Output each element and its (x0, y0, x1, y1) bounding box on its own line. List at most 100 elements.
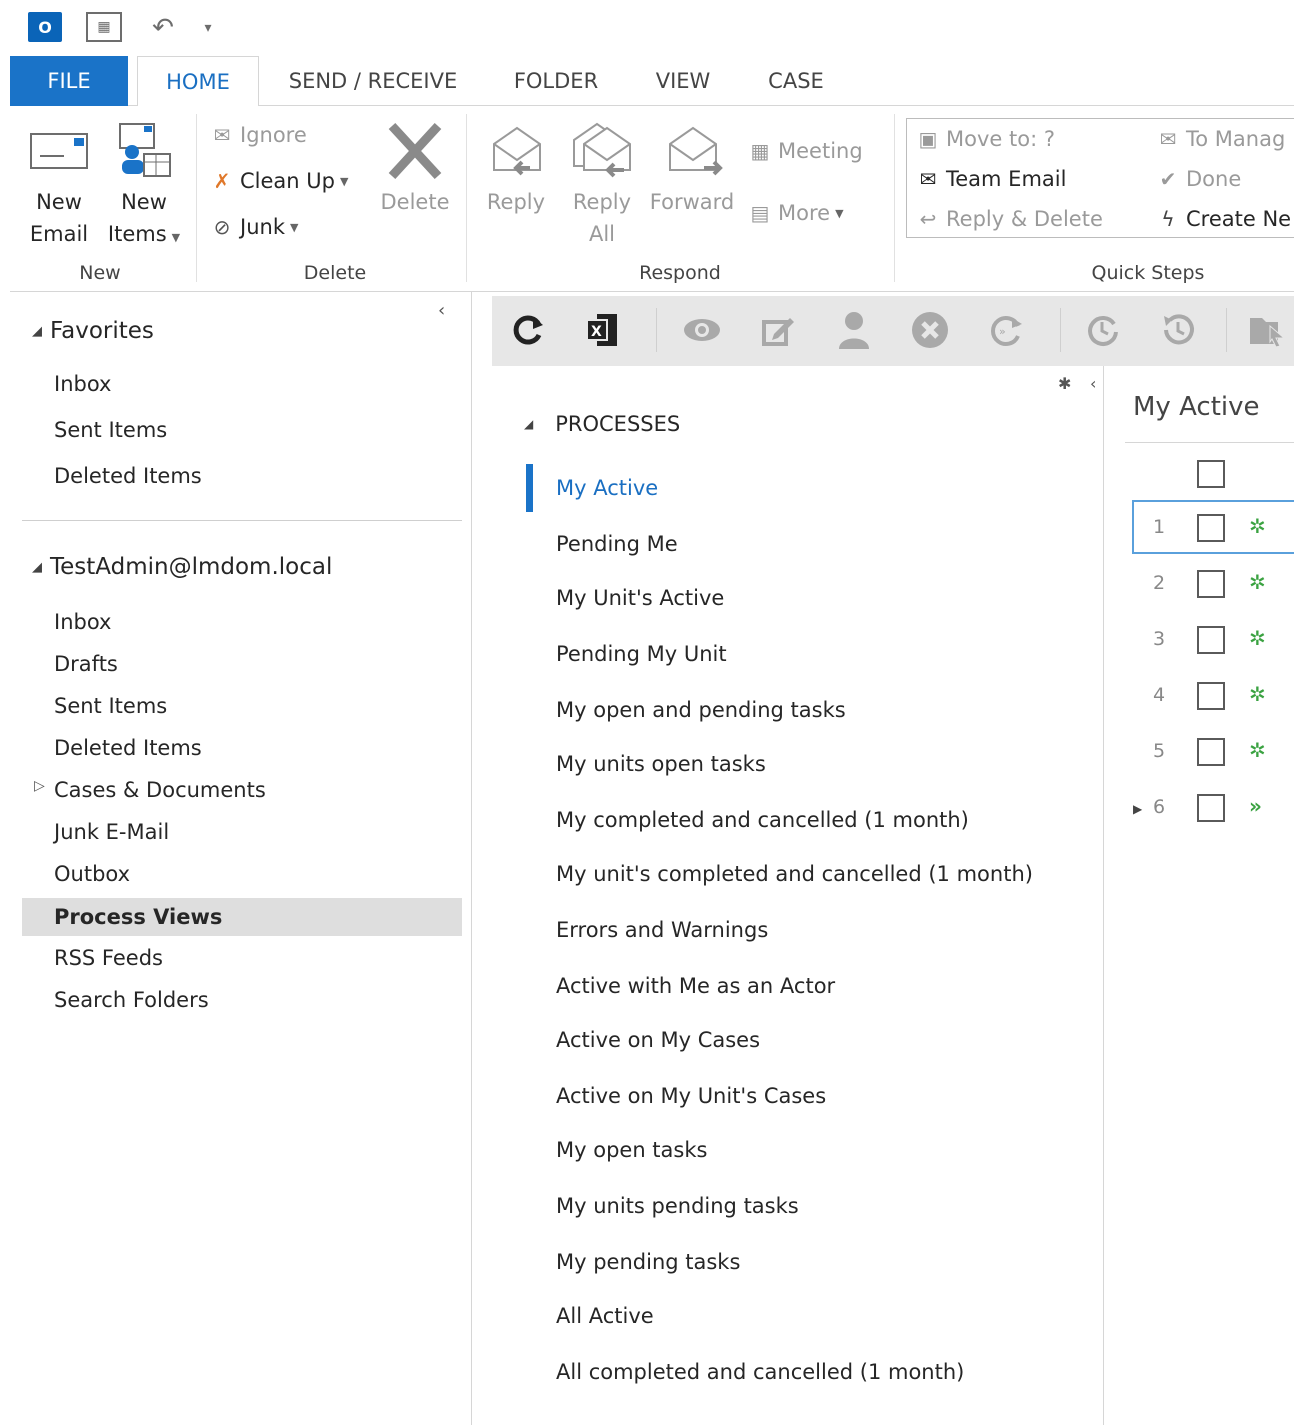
junk-button[interactable]: ⊘ Junk ▼ (204, 210, 299, 244)
user-icon[interactable] (834, 310, 874, 350)
forward-button[interactable]: Forward (646, 186, 738, 218)
quick-step-to-manager[interactable]: ✉ To Manag (1150, 122, 1286, 156)
junk-label: Junk (240, 215, 285, 239)
view-item-errors-and-warnings[interactable]: Errors and Warnings (556, 918, 768, 942)
ribbon-tabs: FILE HOME SEND / RECEIVE FOLDER VIEW CAS… (10, 56, 1294, 107)
history-icon[interactable] (1158, 310, 1198, 350)
select-all-checkbox[interactable] (1197, 460, 1225, 488)
junk-icon: ⊘ (213, 215, 231, 239)
meeting-button[interactable]: ▦ Meeting (742, 134, 863, 168)
view-item-my-units-active[interactable]: My Unit's Active (556, 586, 724, 610)
favorite-folder-sent-items[interactable]: Sent Items (54, 418, 167, 442)
toolbar-separator (1060, 308, 1061, 352)
row-number: 5 (1153, 740, 1166, 762)
send-receive-all-icon[interactable]: ▦ (86, 12, 122, 42)
favorite-folder-inbox[interactable]: Inbox (54, 372, 111, 396)
tab-send-receive[interactable]: SEND / RECEIVE (276, 56, 470, 106)
expand-triangle-icon[interactable]: ▷ (34, 778, 45, 794)
process-toolbar: X » (492, 296, 1294, 366)
new-email-button[interactable]: New Email (24, 186, 94, 250)
tab-folder[interactable]: FOLDER (500, 56, 612, 106)
account-header[interactable]: ◢ TestAdmin@lmdom.local (32, 554, 332, 580)
tab-home[interactable]: HOME (137, 56, 259, 107)
folder-drafts[interactable]: Drafts (54, 652, 118, 676)
quick-step-team-email[interactable]: ✉ Team Email (910, 162, 1067, 196)
team-email-label: Team Email (946, 167, 1067, 191)
quick-step-done[interactable]: ✔ Done (1150, 162, 1242, 196)
clean-up-button[interactable]: ✗ Clean Up ▼ (204, 164, 349, 198)
view-item-all-completed-cancelled[interactable]: All completed and cancelled (1 month) (556, 1360, 964, 1384)
folder-junk-email[interactable]: Junk E-Mail (54, 820, 169, 844)
view-item-my-open-tasks[interactable]: My open tasks (556, 1138, 707, 1162)
folder-sent-items[interactable]: Sent Items (54, 694, 167, 718)
excel-export-icon[interactable]: X (582, 310, 622, 350)
email-icon: ✉ (919, 167, 937, 191)
timer-icon[interactable] (1082, 310, 1122, 350)
reply-all-button[interactable]: Reply All (564, 186, 640, 250)
group-separator (894, 114, 895, 282)
new-items-button[interactable]: New Items ▼ (104, 186, 184, 254)
reply-button[interactable]: Reply (480, 186, 552, 218)
processes-title: PROCESSES (555, 412, 681, 436)
refresh-icon[interactable] (508, 310, 548, 350)
folder-rss-feeds[interactable]: RSS Feeds (54, 946, 163, 970)
edit-icon[interactable] (758, 310, 798, 350)
ignore-label: Ignore (240, 123, 307, 147)
cancel-circle-icon[interactable] (910, 310, 950, 350)
more-respond-button[interactable]: ▤ More ▼ (742, 196, 844, 230)
row-checkbox[interactable] (1197, 738, 1225, 766)
row-checkbox[interactable] (1197, 794, 1225, 822)
folder-search-folders[interactable]: Search Folders (54, 988, 209, 1012)
view-item-my-pending-tasks[interactable]: My pending tasks (556, 1250, 740, 1274)
view-item-my-units-pending-tasks[interactable]: My units pending tasks (556, 1194, 799, 1218)
row-checkbox[interactable] (1197, 514, 1225, 542)
view-item-active-on-my-cases[interactable]: Active on My Cases (556, 1028, 760, 1052)
view-item-my-open-and-pending-tasks[interactable]: My open and pending tasks (556, 698, 846, 722)
delete-button[interactable]: Delete (374, 186, 456, 218)
account-title: TestAdmin@lmdom.local (50, 554, 333, 580)
processes-header[interactable]: ◢ PROCESSES (524, 412, 680, 436)
tab-file[interactable]: FILE (10, 56, 128, 106)
view-item-active-on-my-units-cases[interactable]: Active on My Unit's Cases (556, 1084, 826, 1108)
expand-row-icon[interactable]: ▶ (1133, 802, 1142, 816)
quick-step-create-new[interactable]: ϟ Create Ne (1150, 202, 1291, 236)
view-item-my-completed-cancelled[interactable]: My completed and cancelled (1 month) (556, 808, 969, 832)
folder-deleted-items[interactable]: Deleted Items (54, 736, 202, 760)
view-item-my-units-completed-cancelled[interactable]: My unit's completed and cancelled (1 mon… (556, 862, 1033, 886)
folder-pointer-icon[interactable] (1248, 310, 1288, 350)
folder-outbox[interactable]: Outbox (54, 862, 130, 886)
quick-step-move-to[interactable]: ▣ Move to: ? (910, 122, 1055, 156)
collapse-pane-icon[interactable]: ‹ (438, 300, 445, 321)
view-item-pending-me[interactable]: Pending Me (556, 532, 678, 556)
view-item-my-units-open-tasks[interactable]: My units open tasks (556, 752, 766, 776)
view-item-active-with-me-as-actor[interactable]: Active with Me as an Actor (556, 974, 835, 998)
view-item-my-active[interactable]: My Active (556, 476, 658, 500)
view-item-all-active[interactable]: All Active (556, 1304, 654, 1328)
view-eye-icon[interactable] (682, 310, 722, 350)
view-item-pending-my-unit[interactable]: Pending My Unit (556, 642, 727, 666)
folder-inbox[interactable]: Inbox (54, 610, 111, 634)
collapse-views-icon[interactable]: ‹ (1090, 374, 1096, 393)
reply-delete-icon: ↩ (919, 207, 937, 231)
row-checkbox[interactable] (1197, 570, 1225, 598)
favorites-header[interactable]: ◢ Favorites (32, 318, 154, 344)
folder-process-views[interactable]: Process Views (22, 898, 462, 936)
pane-divider (22, 520, 462, 521)
tab-view[interactable]: VIEW (642, 56, 724, 106)
row-checkbox[interactable] (1197, 682, 1225, 710)
undo-icon[interactable]: ↶ (146, 12, 180, 44)
customize-toolbar-icon[interactable]: ▾ (198, 12, 218, 44)
row-number: 4 (1153, 684, 1166, 706)
folder-cases-documents[interactable]: ▷ Cases & Documents (34, 778, 266, 802)
gear-icon[interactable]: ✱ (1058, 374, 1071, 393)
row-checkbox[interactable] (1197, 626, 1225, 654)
forward-envelope-icon: ✉ (1159, 127, 1177, 151)
restart-icon[interactable]: » (986, 310, 1026, 350)
ignore-button[interactable]: ✉ Ignore (204, 118, 307, 152)
new-email-label-2: Email (29, 222, 89, 246)
favorite-folder-deleted-items[interactable]: Deleted Items (54, 464, 202, 488)
tab-case[interactable]: CASE (754, 56, 838, 106)
quick-step-reply-delete[interactable]: ↩ Reply & Delete (910, 202, 1103, 236)
group-separator (466, 114, 467, 282)
outlook-logo-icon: O (28, 12, 62, 42)
